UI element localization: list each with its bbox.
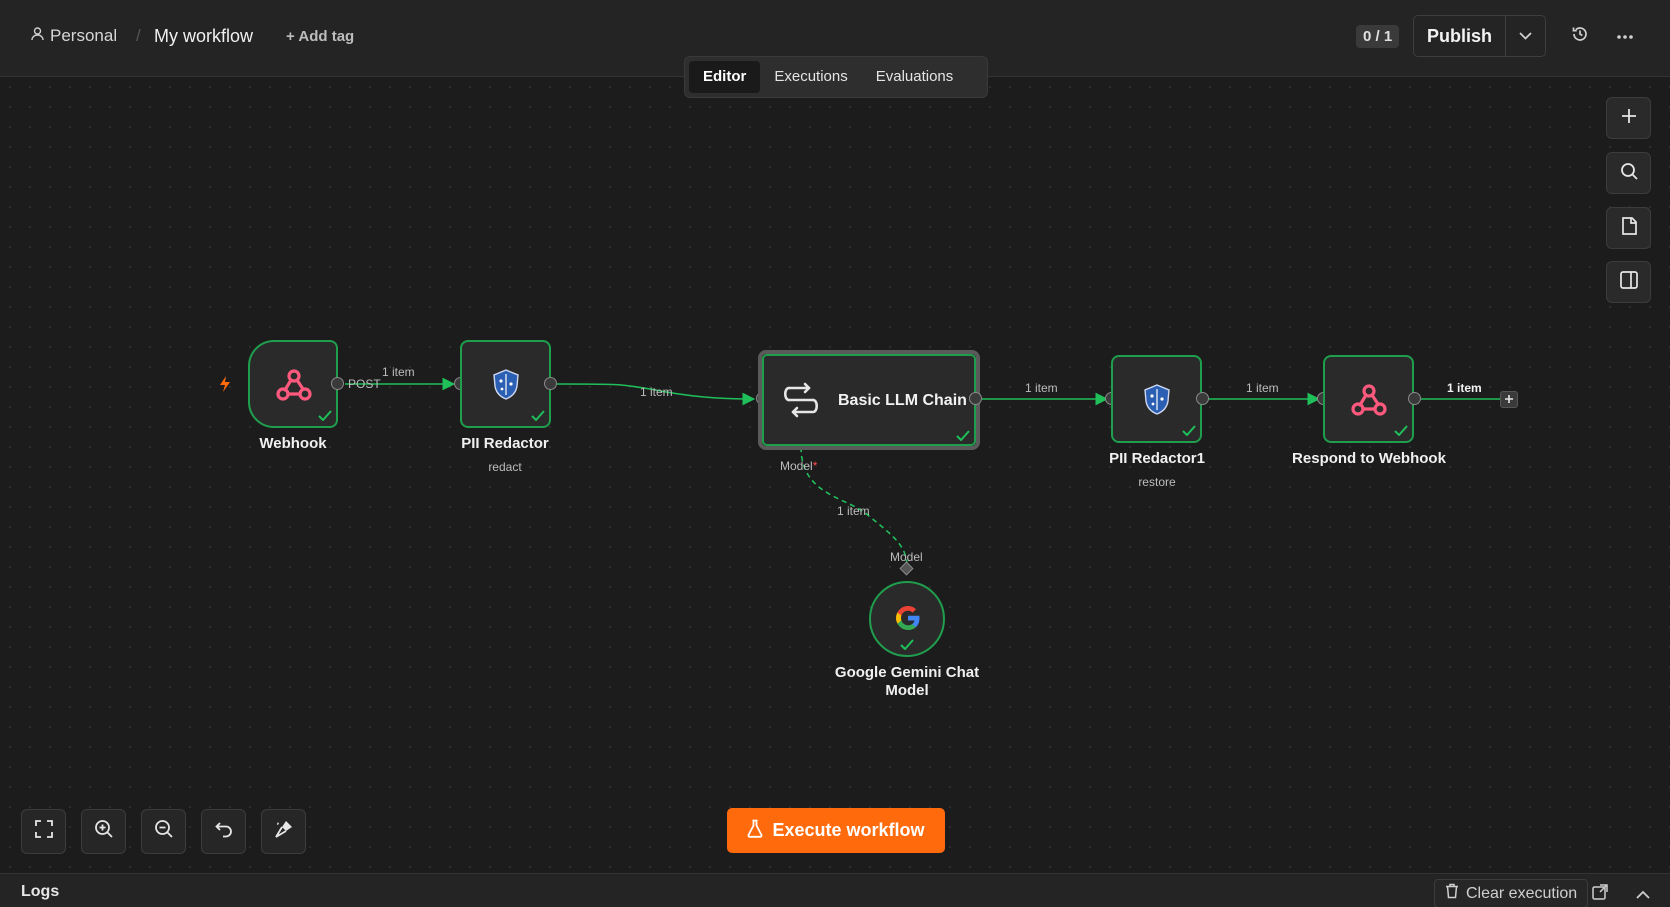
chevron-up-icon: [1636, 886, 1650, 903]
breadcrumb-project-label: Personal: [50, 26, 118, 45]
google-icon: [893, 603, 923, 633]
workflow-canvas[interactable]: Webhook POST 1 item PII Redactor redact …: [0, 77, 1670, 873]
external-window-icon: [1592, 884, 1608, 904]
node-pii-redactor-title: PII Redactor: [461, 435, 549, 452]
plus-icon: [1504, 391, 1514, 409]
model-input-label: Model*: [780, 459, 818, 473]
zoom-out-button[interactable]: [141, 809, 186, 854]
trigger-bolt-icon: [218, 375, 232, 398]
fit-view-button[interactable]: [21, 809, 66, 854]
search-nodes-button[interactable]: [1606, 152, 1651, 194]
check-icon: [1182, 423, 1196, 441]
check-icon: [531, 408, 545, 426]
publish-button[interactable]: Publish: [1414, 16, 1506, 56]
tab-editor[interactable]: Editor: [689, 61, 761, 93]
output-handle[interactable]: [331, 377, 344, 390]
tidy-up-button[interactable]: [261, 809, 306, 854]
zoom-in-icon: [94, 819, 114, 844]
user-icon: [31, 26, 44, 46]
history-icon: [1571, 25, 1589, 48]
shield-icon: [1141, 382, 1173, 416]
node-respond-to-webhook[interactable]: [1323, 355, 1414, 443]
undo-button[interactable]: [201, 809, 246, 854]
edge-item-label: 1 item: [1025, 381, 1058, 395]
node-pii-redactor-subtitle: redact: [488, 460, 522, 474]
brush-icon: [274, 819, 294, 844]
node-google-gemini-title-line2: Model: [885, 682, 929, 699]
connection-lines: [345, 377, 1500, 576]
node-respond-to-webhook-title: Respond to Webhook: [1292, 450, 1446, 467]
execute-workflow-button[interactable]: Execute workflow: [727, 808, 945, 853]
pop-out-button[interactable]: [1592, 884, 1608, 905]
fullscreen-icon: [34, 820, 53, 843]
tab-evaluations[interactable]: Evaluations: [862, 61, 968, 93]
node-pii-redactor1-subtitle: restore: [1138, 475, 1176, 489]
node-basic-llm-chain-title: Basic LLM Chain: [838, 392, 967, 409]
publish-group: Publish: [1413, 15, 1546, 57]
webhook-icon: [274, 365, 314, 405]
output-handle[interactable]: [1408, 392, 1421, 405]
node-google-gemini-title-line1: Google Gemini Chat: [834, 664, 980, 681]
zoom-out-icon: [154, 819, 174, 844]
view-tabs: Editor Executions Evaluations: [684, 56, 988, 98]
edge-item-label: 1 item: [640, 385, 673, 399]
add-tag-button[interactable]: + Add tag: [286, 28, 354, 45]
flask-icon: [747, 819, 763, 843]
history-button[interactable]: [1569, 25, 1591, 47]
check-icon: [318, 408, 332, 426]
edge-item-label: 1 item: [1246, 381, 1279, 395]
sticky-note-button[interactable]: [1606, 207, 1651, 249]
search-icon: [1620, 162, 1638, 185]
edge-method-label: POST: [348, 377, 381, 391]
edge-item-label: 1 item: [382, 365, 415, 379]
clear-execution-button[interactable]: Clear execution: [1434, 879, 1589, 907]
shield-icon: [490, 367, 522, 401]
node-webhook[interactable]: [248, 340, 338, 428]
clear-execution-label: Clear execution: [1466, 884, 1578, 902]
logs-panel-header[interactable]: Logs Clear execution: [0, 873, 1670, 907]
undo-icon: [214, 820, 233, 843]
webhook-icon: [1349, 380, 1389, 420]
edge-item-label: 1 item: [837, 504, 870, 518]
workflow-title[interactable]: My workflow: [154, 26, 253, 47]
node-pii-redactor[interactable]: [460, 340, 551, 428]
node-basic-llm-chain[interactable]: Basic LLM Chain: [758, 350, 980, 450]
tab-executions[interactable]: Executions: [760, 61, 861, 93]
output-handle[interactable]: [969, 392, 982, 405]
add-node-button[interactable]: [1500, 391, 1518, 408]
edge-item-label: 1 item: [1447, 381, 1482, 395]
workflow-counter: 0 / 1: [1356, 25, 1400, 48]
check-icon: [1394, 423, 1408, 441]
sticky-note-icon: [1621, 216, 1637, 240]
output-handle[interactable]: [544, 377, 557, 390]
zoom-in-button[interactable]: [81, 809, 126, 854]
check-icon: [956, 428, 970, 446]
chevron-down-icon: [1519, 27, 1532, 45]
expand-logs-button[interactable]: [1636, 886, 1650, 904]
chain-icon: [782, 380, 822, 420]
more-options-button[interactable]: [1614, 25, 1636, 47]
output-handle[interactable]: [1196, 392, 1209, 405]
node-google-gemini[interactable]: [869, 581, 945, 657]
node-pii-redactor1-title: PII Redactor1: [1109, 450, 1205, 467]
node-pii-redactor1[interactable]: [1111, 355, 1202, 443]
check-icon: [900, 637, 914, 655]
model-output-label: Model: [890, 550, 923, 564]
toggle-panel-button[interactable]: [1606, 261, 1651, 303]
ellipsis-icon: [1616, 27, 1634, 45]
node-webhook-title: Webhook: [259, 435, 327, 452]
breadcrumb-project[interactable]: Personal: [31, 26, 117, 46]
breadcrumb-separator: /: [136, 26, 141, 45]
plus-icon: [1621, 108, 1637, 129]
trash-icon: [1445, 883, 1459, 904]
panel-icon: [1619, 270, 1638, 294]
publish-options-button[interactable]: [1506, 16, 1545, 56]
execute-workflow-label: Execute workflow: [772, 820, 925, 840]
logs-title: Logs: [21, 883, 60, 900]
add-node-panel-button[interactable]: [1606, 97, 1651, 139]
